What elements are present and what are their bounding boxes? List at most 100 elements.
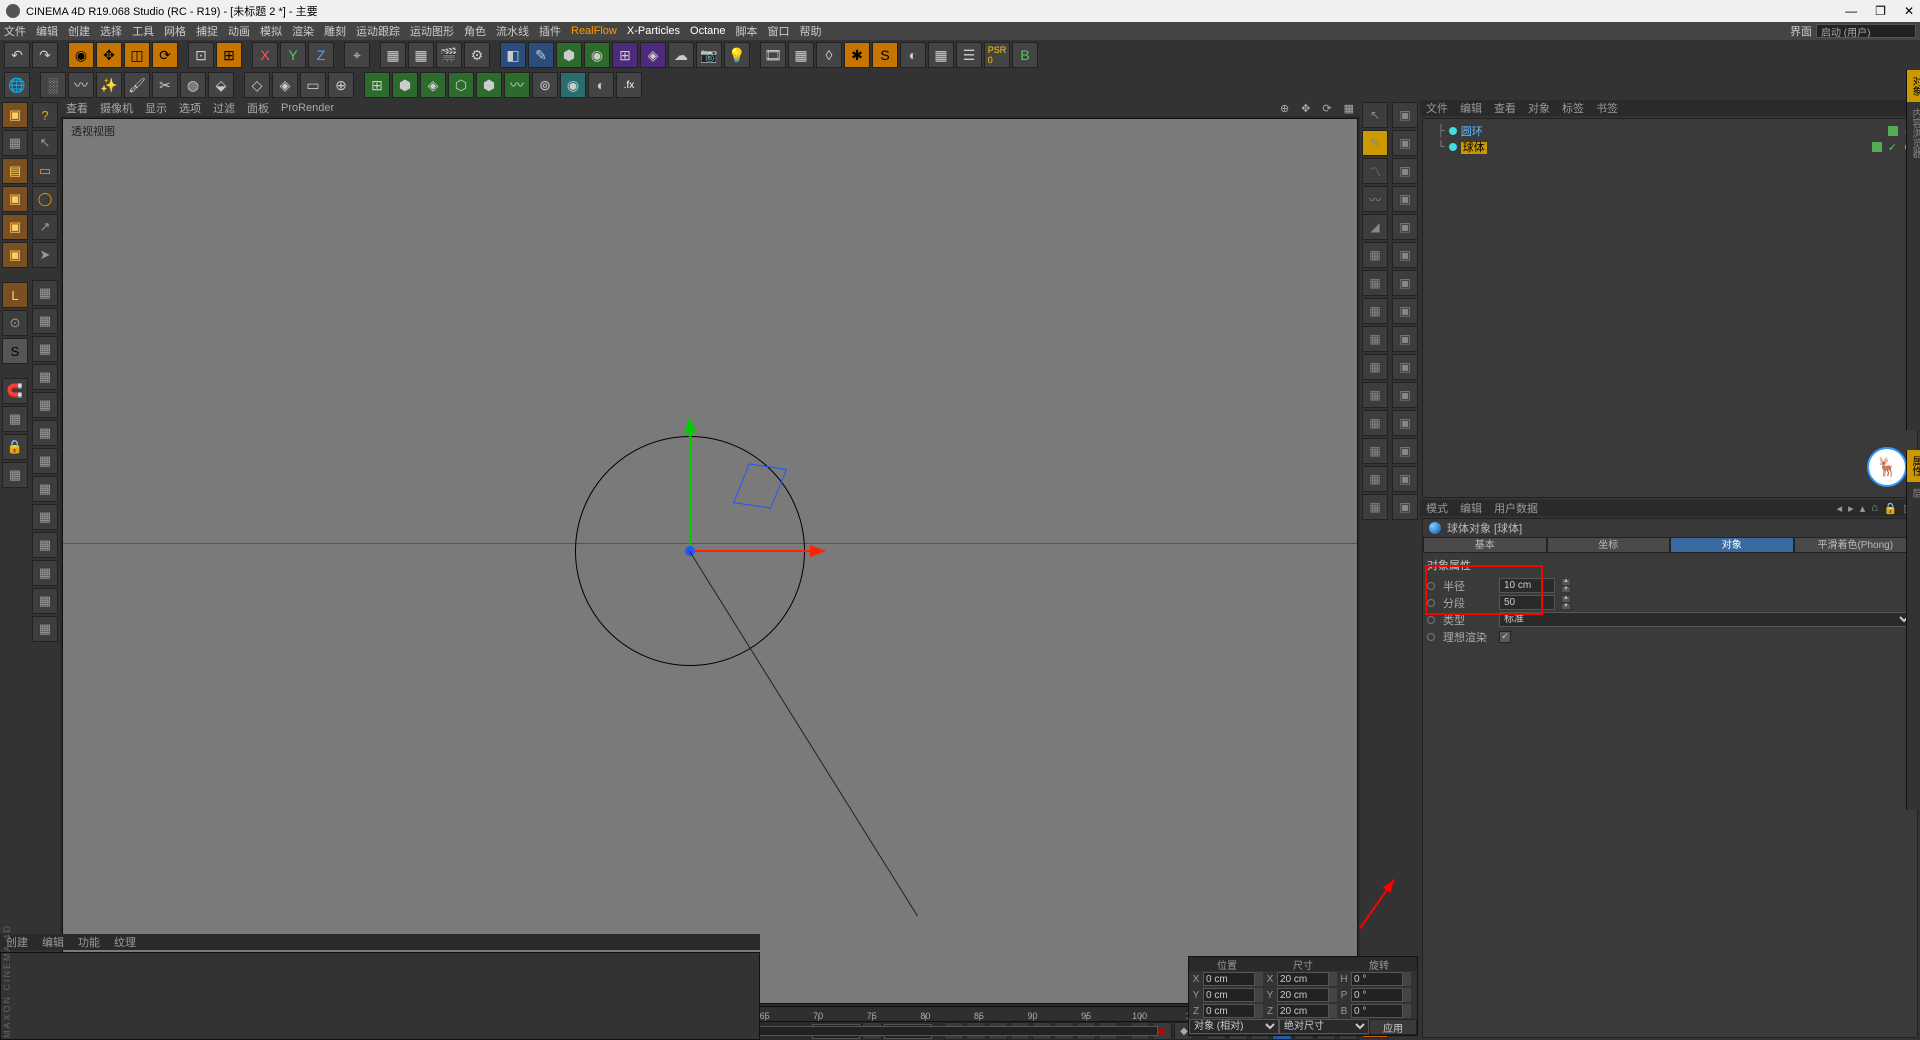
move-tool-icon[interactable]: ✥ <box>96 42 122 68</box>
r5-icon[interactable]: ◢ <box>1362 214 1388 240</box>
size-y-field[interactable] <box>1277 988 1329 1002</box>
pos-x-field[interactable] <box>1203 972 1255 986</box>
vis-tag-2-icon[interactable] <box>1872 142 1882 152</box>
menu-file[interactable]: 文件 <box>4 23 26 39</box>
grid-13-icon[interactable]: ▦ <box>32 616 58 642</box>
cursor-icon[interactable]: ↖ <box>32 130 58 156</box>
rb15-icon[interactable]: ▣ <box>1392 494 1418 520</box>
ideal-render-checkbox[interactable]: ✓ <box>1499 631 1511 643</box>
misc-3-icon[interactable]: ☰ <box>956 42 982 68</box>
cloner-icon[interactable]: ⊞ <box>364 72 390 98</box>
dock-tab-objects[interactable]: 对象 <box>1907 70 1920 102</box>
grid-5-icon[interactable]: ▦ <box>32 392 58 418</box>
extrude-icon[interactable]: ⬙ <box>208 72 234 98</box>
am-fwd-icon[interactable]: ▸ <box>1848 502 1854 515</box>
menu-help[interactable]: 帮助 <box>800 23 822 39</box>
tab-object[interactable]: 对象 <box>1670 537 1794 553</box>
tab-coord[interactable]: 坐标 <box>1547 537 1671 553</box>
am-mode[interactable]: 模式 <box>1426 500 1448 516</box>
last-tool-icon[interactable]: ⊡ <box>188 42 214 68</box>
tab-basic[interactable]: 基本 <box>1423 537 1547 553</box>
r3-icon[interactable]: 〽 <box>1362 158 1388 184</box>
r9-icon[interactable]: ▦ <box>1362 326 1388 352</box>
pos-z-field[interactable] <box>1203 1004 1255 1018</box>
menu-simulate[interactable]: 模拟 <box>260 23 282 39</box>
radius-spinner[interactable]: ▲▼ <box>1561 578 1571 593</box>
vp-nav-3-icon[interactable]: ⟳ <box>1322 102 1331 115</box>
tracer-icon[interactable]: 〰 <box>504 72 530 98</box>
close-button[interactable]: ✕ <box>1904 5 1914 17</box>
menu-xparticles[interactable]: X-Particles <box>627 25 680 37</box>
menu-render[interactable]: 渲染 <box>292 23 314 39</box>
object-manager-tree[interactable]: ├ 圆环 ✓ └ 球体 ✓ 🦌 <box>1422 118 1918 498</box>
rb11-icon[interactable]: ▣ <box>1392 382 1418 408</box>
render-region-icon[interactable]: ▦ <box>408 42 434 68</box>
dock-tab-content[interactable]: 内容浏览器 <box>1907 102 1920 164</box>
rs-icon[interactable]: ▦ <box>788 42 814 68</box>
rb10-icon[interactable]: ▣ <box>1392 354 1418 380</box>
deformer-icon[interactable]: ◈ <box>640 42 666 68</box>
subdivision-icon[interactable]: ◉ <box>584 42 610 68</box>
r8-icon[interactable]: ▦ <box>1362 298 1388 324</box>
coord-mode-select[interactable]: 对象 (相对) <box>1189 1019 1279 1034</box>
vp-menu-prorender[interactable]: ProRender <box>281 102 334 114</box>
enable-check-2-icon[interactable]: ✓ <box>1888 141 1897 154</box>
mm-edit[interactable]: 编辑 <box>42 934 64 950</box>
light-icon[interactable]: 💡 <box>724 42 750 68</box>
edge-mode-icon[interactable]: ▣ <box>2 214 28 240</box>
texture-mode-icon[interactable]: ▦ <box>2 130 28 156</box>
z-axis-icon[interactable]: Z <box>308 42 334 68</box>
menu-pipeline[interactable]: 流水线 <box>496 23 529 39</box>
layout-dropdown[interactable] <box>1816 24 1916 38</box>
dock-tab-attrs[interactable]: 属性 <box>1907 450 1920 482</box>
rb2-icon[interactable]: ▣ <box>1392 130 1418 156</box>
am-userdata[interactable]: 用户数据 <box>1494 500 1538 516</box>
rb5-icon[interactable]: ▣ <box>1392 214 1418 240</box>
knife-icon[interactable]: ✂ <box>152 72 178 98</box>
fx-icon[interactable]: .fx <box>616 72 642 98</box>
rb6-icon[interactable]: ▣ <box>1392 242 1418 268</box>
b-icon[interactable]: B <box>1012 42 1038 68</box>
move-icon[interactable]: ↗ <box>32 214 58 240</box>
effector-1-icon[interactable]: ⊚ <box>532 72 558 98</box>
bevel-icon[interactable]: ◈ <box>272 72 298 98</box>
rb8-icon[interactable]: ▣ <box>1392 298 1418 324</box>
menu-window[interactable]: 窗口 <box>768 23 790 39</box>
grid-2-icon[interactable]: ▦ <box>32 308 58 334</box>
object-row-sphere[interactable]: └ 球体 ✓ <box>1427 139 1913 155</box>
wand-icon[interactable]: ✨ <box>96 72 122 98</box>
menu-octane[interactable]: Octane <box>690 25 725 37</box>
inner-icon[interactable]: ◇ <box>244 72 270 98</box>
menu-realflow[interactable]: RealFlow <box>571 25 617 37</box>
s-icon[interactable]: S <box>872 42 898 68</box>
vp-nav-1-icon[interactable]: ⊕ <box>1280 102 1289 115</box>
minimize-button[interactable]: — <box>1845 5 1857 17</box>
live-select-icon[interactable]: ◉ <box>68 42 94 68</box>
vp-menu-view[interactable]: 查看 <box>66 100 88 116</box>
anim-dot-icon[interactable] <box>1427 582 1435 590</box>
dock-strip-top[interactable]: 对象 内容浏览器 <box>1906 70 1920 430</box>
effector-3-icon[interactable]: ◐ <box>588 72 614 98</box>
segments-field[interactable] <box>1499 595 1555 610</box>
rb4-icon[interactable]: ▣ <box>1392 186 1418 212</box>
text-mograph-icon[interactable]: ⬢ <box>476 72 502 98</box>
vp-menu-display[interactable]: 显示 <box>145 100 167 116</box>
r10-icon[interactable]: ▦ <box>1362 354 1388 380</box>
coord-size-select[interactable]: 绝对尺寸 <box>1279 1019 1369 1034</box>
om-tags[interactable]: 标签 <box>1562 100 1584 116</box>
menu-character[interactable]: 角色 <box>464 23 486 39</box>
rotate-tool-icon[interactable]: ⟳ <box>152 42 178 68</box>
menu-animate[interactable]: 动画 <box>228 23 250 39</box>
coord-apply-button[interactable]: 应用 <box>1369 1019 1417 1035</box>
lasso-icon[interactable]: ◯ <box>32 186 58 212</box>
grid-3-icon[interactable]: ▦ <box>32 336 58 362</box>
rb1-icon[interactable]: ▣ <box>1392 102 1418 128</box>
environment-icon[interactable]: ☁ <box>668 42 694 68</box>
matrix-icon[interactable]: ⬢ <box>392 72 418 98</box>
menu-tools[interactable]: 工具 <box>132 23 154 39</box>
fill-icon[interactable]: ◍ <box>180 72 206 98</box>
grid-11-icon[interactable]: ▦ <box>32 560 58 586</box>
tab-phong[interactable]: 平滑着色(Phong) <box>1794 537 1918 553</box>
rb7-icon[interactable]: ▣ <box>1392 270 1418 296</box>
spline-icon[interactable]: ✎ <box>528 42 554 68</box>
